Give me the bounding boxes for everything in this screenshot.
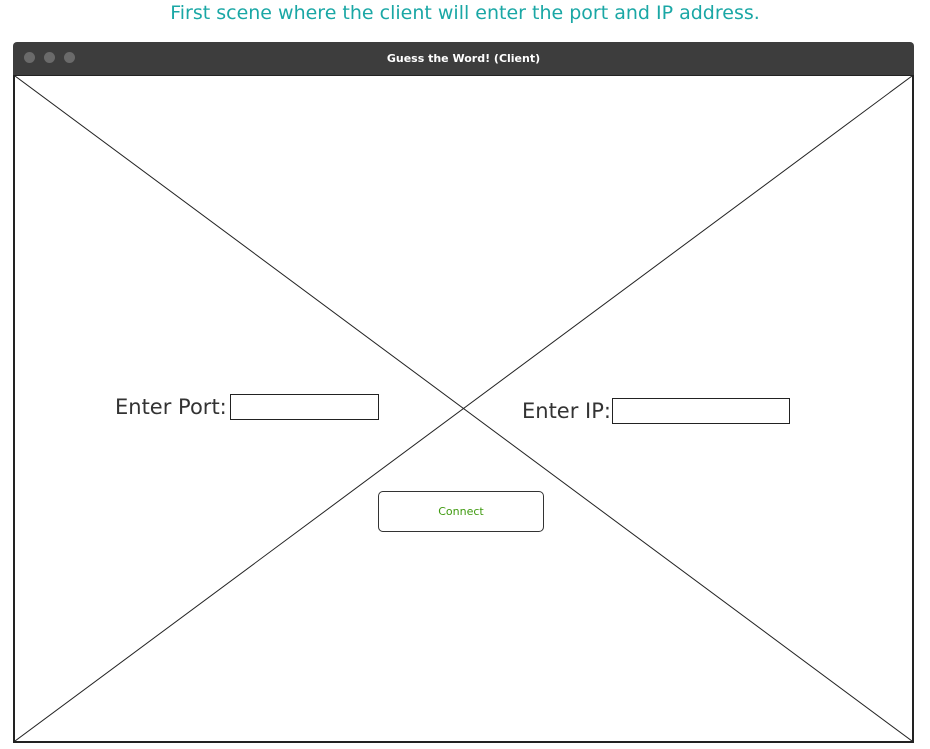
window-content: Enter Port: Enter IP: Connect	[13, 75, 914, 743]
window-titlebar[interactable]: Guess the Word! (Client)	[13, 42, 914, 75]
ip-label: Enter IP:	[522, 399, 611, 423]
scene-caption: First scene where the client will enter …	[170, 2, 760, 24]
port-input[interactable]	[230, 394, 379, 420]
ip-input[interactable]	[612, 398, 790, 424]
connect-button[interactable]: Connect	[378, 491, 544, 532]
window-title: Guess the Word! (Client)	[386, 52, 541, 65]
port-label: Enter Port:	[115, 395, 227, 419]
app-window: Guess the Word! (Client) Enter Port: Ent…	[13, 42, 914, 743]
